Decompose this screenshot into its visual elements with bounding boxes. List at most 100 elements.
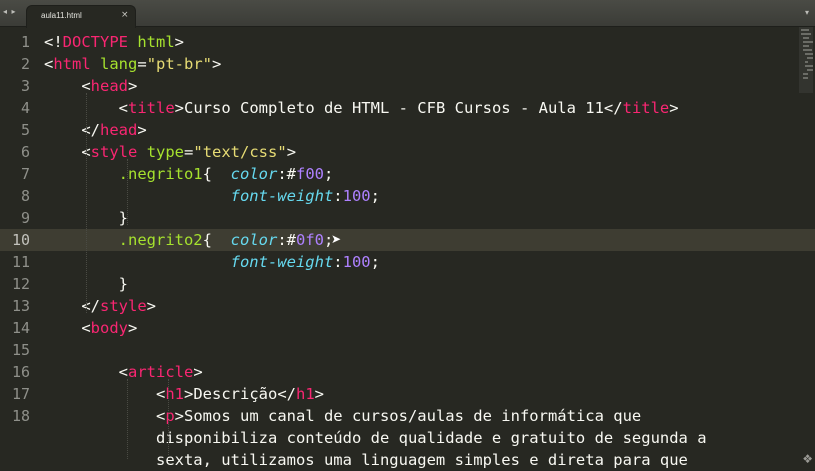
line-number: 10 [11,231,30,249]
code-token: > [137,121,147,139]
tab-label: aula11.html [41,11,82,20]
close-icon[interactable]: × [121,10,129,20]
code-editor[interactable]: 1 2 3 4 5 6 7 8 9 10 11 12 13 14 15 16 17 18 <!DOCTYPE ht… [0,27,815,469]
code-token: f00 [296,165,324,183]
code-line[interactable]: <p>Somos um canal de cursos/aulas de inf… [44,405,641,427]
line-number [0,427,30,449]
code-token: </ [44,121,100,139]
code-token: font-weight [230,253,334,271]
mouse-pointer-icon: ➤ [331,232,342,246]
line-number: 14 [11,319,30,337]
code-token: .negrito2 [118,231,203,249]
code-line[interactable]: </head> [44,119,147,141]
code-line[interactable]: <body> [44,317,137,339]
code-line[interactable]: <html lang="pt-br"> [44,53,221,75]
code-line[interactable]: <head> [44,75,137,97]
code-line[interactable]: font-weight:100; [44,251,380,273]
code-token: head [90,77,128,95]
code-token: lang [100,55,138,73]
code-token: "text/css" [193,143,287,161]
code-token: : [333,253,343,271]
code-token: < [44,77,91,95]
code-token: > [314,385,324,403]
code-token: </ [44,297,100,315]
code-token: html [137,33,175,51]
code-token: ; [370,187,380,205]
code-token: > [174,33,185,51]
code-token: p [165,407,175,425]
code-line[interactable]: <style type="text/css"> [44,141,296,163]
line-number: 8 [20,187,30,205]
code-token: 100 [342,187,371,205]
code-token: DOCTYPE [62,33,128,51]
code-token: type [146,143,185,161]
line-number: 18 [11,407,30,425]
code-token: { [202,231,231,249]
code-token: { [202,165,231,183]
code-token: > [286,143,297,161]
line-number: 13 [11,297,30,315]
code-token: < [44,407,166,425]
code-token: >Somos um canal de cursos/aulas de infor… [174,407,642,425]
code-token: html [53,55,91,73]
code-token: > [128,77,138,95]
code-token: : [333,187,343,205]
line-number: 5 [20,121,30,139]
minimap[interactable] [799,27,813,93]
code-line[interactable]: font-weight:100; [44,185,380,207]
line-number: 4 [20,99,30,117]
code-line[interactable]: </style> [44,295,156,317]
code-token: = [184,143,194,161]
code-line[interactable]: disponibiliza conteúdo de qualidade e gr… [44,427,707,449]
line-number: 16 [11,363,30,381]
code-line[interactable]: sexta, utilizamos uma linguagem simples … [44,449,688,471]
code-token: > [193,363,203,381]
code-token: color [230,165,278,183]
line-number: 17 [11,385,30,403]
code-token: body [90,319,128,337]
line-number: 6 [20,143,30,161]
code-line[interactable]: <title>Curso Completo de HTML - CFB Curs… [44,97,679,119]
code-token: >Curso Completo de HTML - CFB Cursos - A… [174,99,623,117]
code-token: disponibiliza conteúdo de qualidade e gr… [44,429,707,447]
code-token: sexta, utilizamos uma linguagem simples … [44,451,688,469]
tab-aula11[interactable]: aula11.html × [26,5,136,28]
code-token: :# [277,231,296,249]
code-line[interactable]: <h1>Descrição</h1> [44,383,324,405]
code-line[interactable]: <article> [44,361,203,383]
code-token: < [44,363,128,381]
line-number: 15 [11,341,30,359]
code-token: 100 [342,253,371,271]
tab-menu-icon[interactable]: ▾ [805,8,809,17]
code-line[interactable]: .negrito1{ color:#f00; [44,163,334,185]
code-token: >Descrição</ [184,385,296,403]
code-token: font-weight [230,187,334,205]
code-token: < [44,319,91,337]
line-number: 12 [11,275,30,293]
line-number: 3 [20,77,30,95]
code-token: = [137,55,147,73]
code-line[interactable]: <!DOCTYPE html> [44,31,184,53]
code-token: 0f0 [296,231,324,249]
code-token: style [100,297,147,315]
code-token: title [128,99,175,117]
line-number: 11 [11,253,30,271]
code-token: style [90,143,138,161]
code-token: ; [370,253,380,271]
line-number-gutter: 1 2 3 4 5 6 7 8 9 10 11 12 13 14 15 16 17 18 [0,27,36,459]
code-line[interactable]: .negrito2{ color:#0f0; [44,229,334,251]
tab-nav-arrows-icon[interactable]: ◂ ▸ [3,7,17,16]
code-token: "pt-br" [146,55,213,73]
code-token: h1 [295,385,315,403]
code-token: :# [277,165,296,183]
code-token: > [128,319,138,337]
line-number [0,449,30,471]
line-number: 9 [20,209,30,227]
scroll-corner-icon: ❖ [802,452,813,466]
